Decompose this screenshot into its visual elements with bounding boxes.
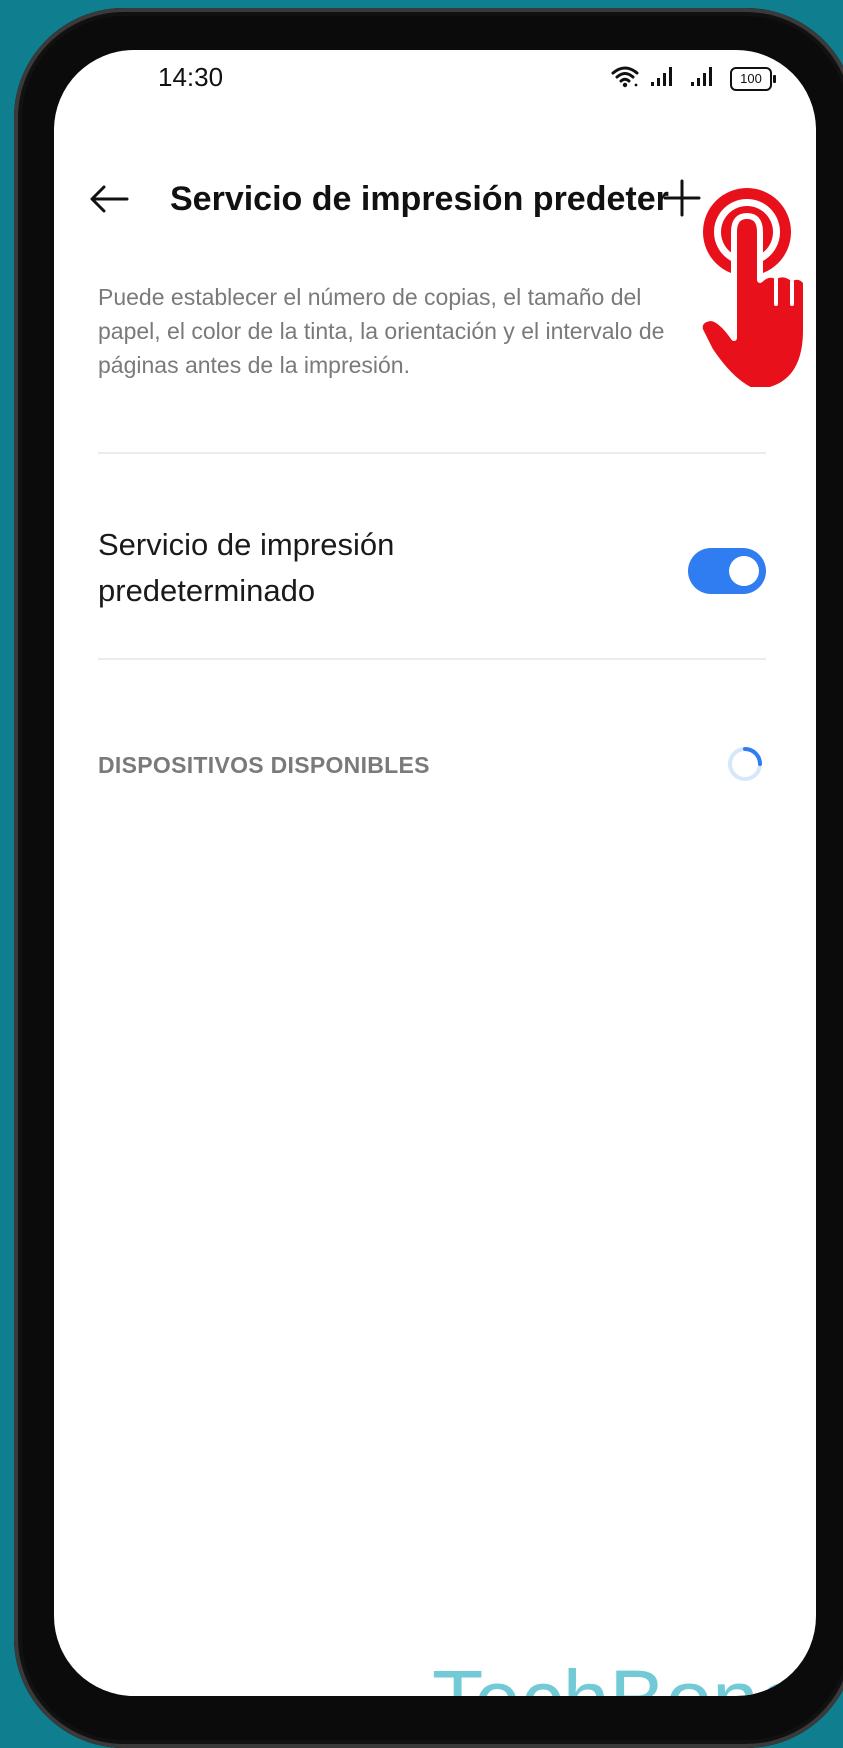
plus-icon [662, 178, 702, 223]
description-text: Puede establecer el número de copias, el… [98, 284, 665, 378]
default-service-toggle[interactable] [688, 548, 766, 594]
status-icons: 100 [610, 64, 776, 93]
divider [98, 658, 766, 660]
wifi-icon [610, 64, 640, 93]
signal-icon [650, 64, 680, 93]
battery-icon: 100 [730, 66, 776, 91]
loading-spinner-icon [727, 746, 763, 782]
arrow-left-icon [89, 184, 129, 219]
available-devices-header: DISPOSITIVOS DISPONIBLES [98, 752, 430, 778]
tap-hand-icon [696, 180, 840, 400]
default-service-row[interactable]: Servicio de impresión predeterminado [98, 512, 766, 622]
page-title: Servicio de impresión predeterm... [170, 180, 670, 218]
divider [98, 452, 766, 454]
status-bar: 14:30 100 [54, 50, 816, 120]
status-time: 14:30 [158, 62, 224, 92]
toggle-knob [729, 556, 759, 586]
default-service-label: Servicio de impresión predeterminado [98, 527, 395, 608]
back-button[interactable] [84, 176, 134, 226]
signal-icon [690, 64, 720, 93]
techbone-watermark: TechBone [432, 1652, 806, 1696]
